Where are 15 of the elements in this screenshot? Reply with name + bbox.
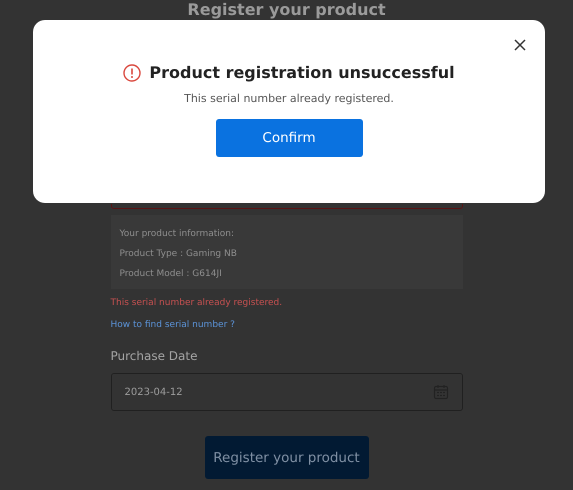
warning-icon [123,64,142,82]
page-title: Register your product [187,0,386,19]
dialog-message: This serial number already registered. [184,92,394,105]
info-text: Your product information: [120,228,236,241]
info-text: Product Model : G614JI [120,268,223,281]
field-label: Purchase Date [110,348,198,364]
serial-field[interactable] [110,204,462,209]
confirm-button[interactable]: Confirm [216,119,362,157]
error-text: This serial number already registered. [110,297,284,309]
info-text: Product Type : Gaming NB [120,248,238,261]
register-button[interactable]: Register your product [204,436,368,479]
close-icon[interactable] [514,39,526,51]
dialog-title: Product registration unsuccessful [149,63,455,82]
help-link[interactable]: How to find serial number ? [110,319,235,331]
date-field[interactable]: 2023-04-12 [110,373,462,411]
